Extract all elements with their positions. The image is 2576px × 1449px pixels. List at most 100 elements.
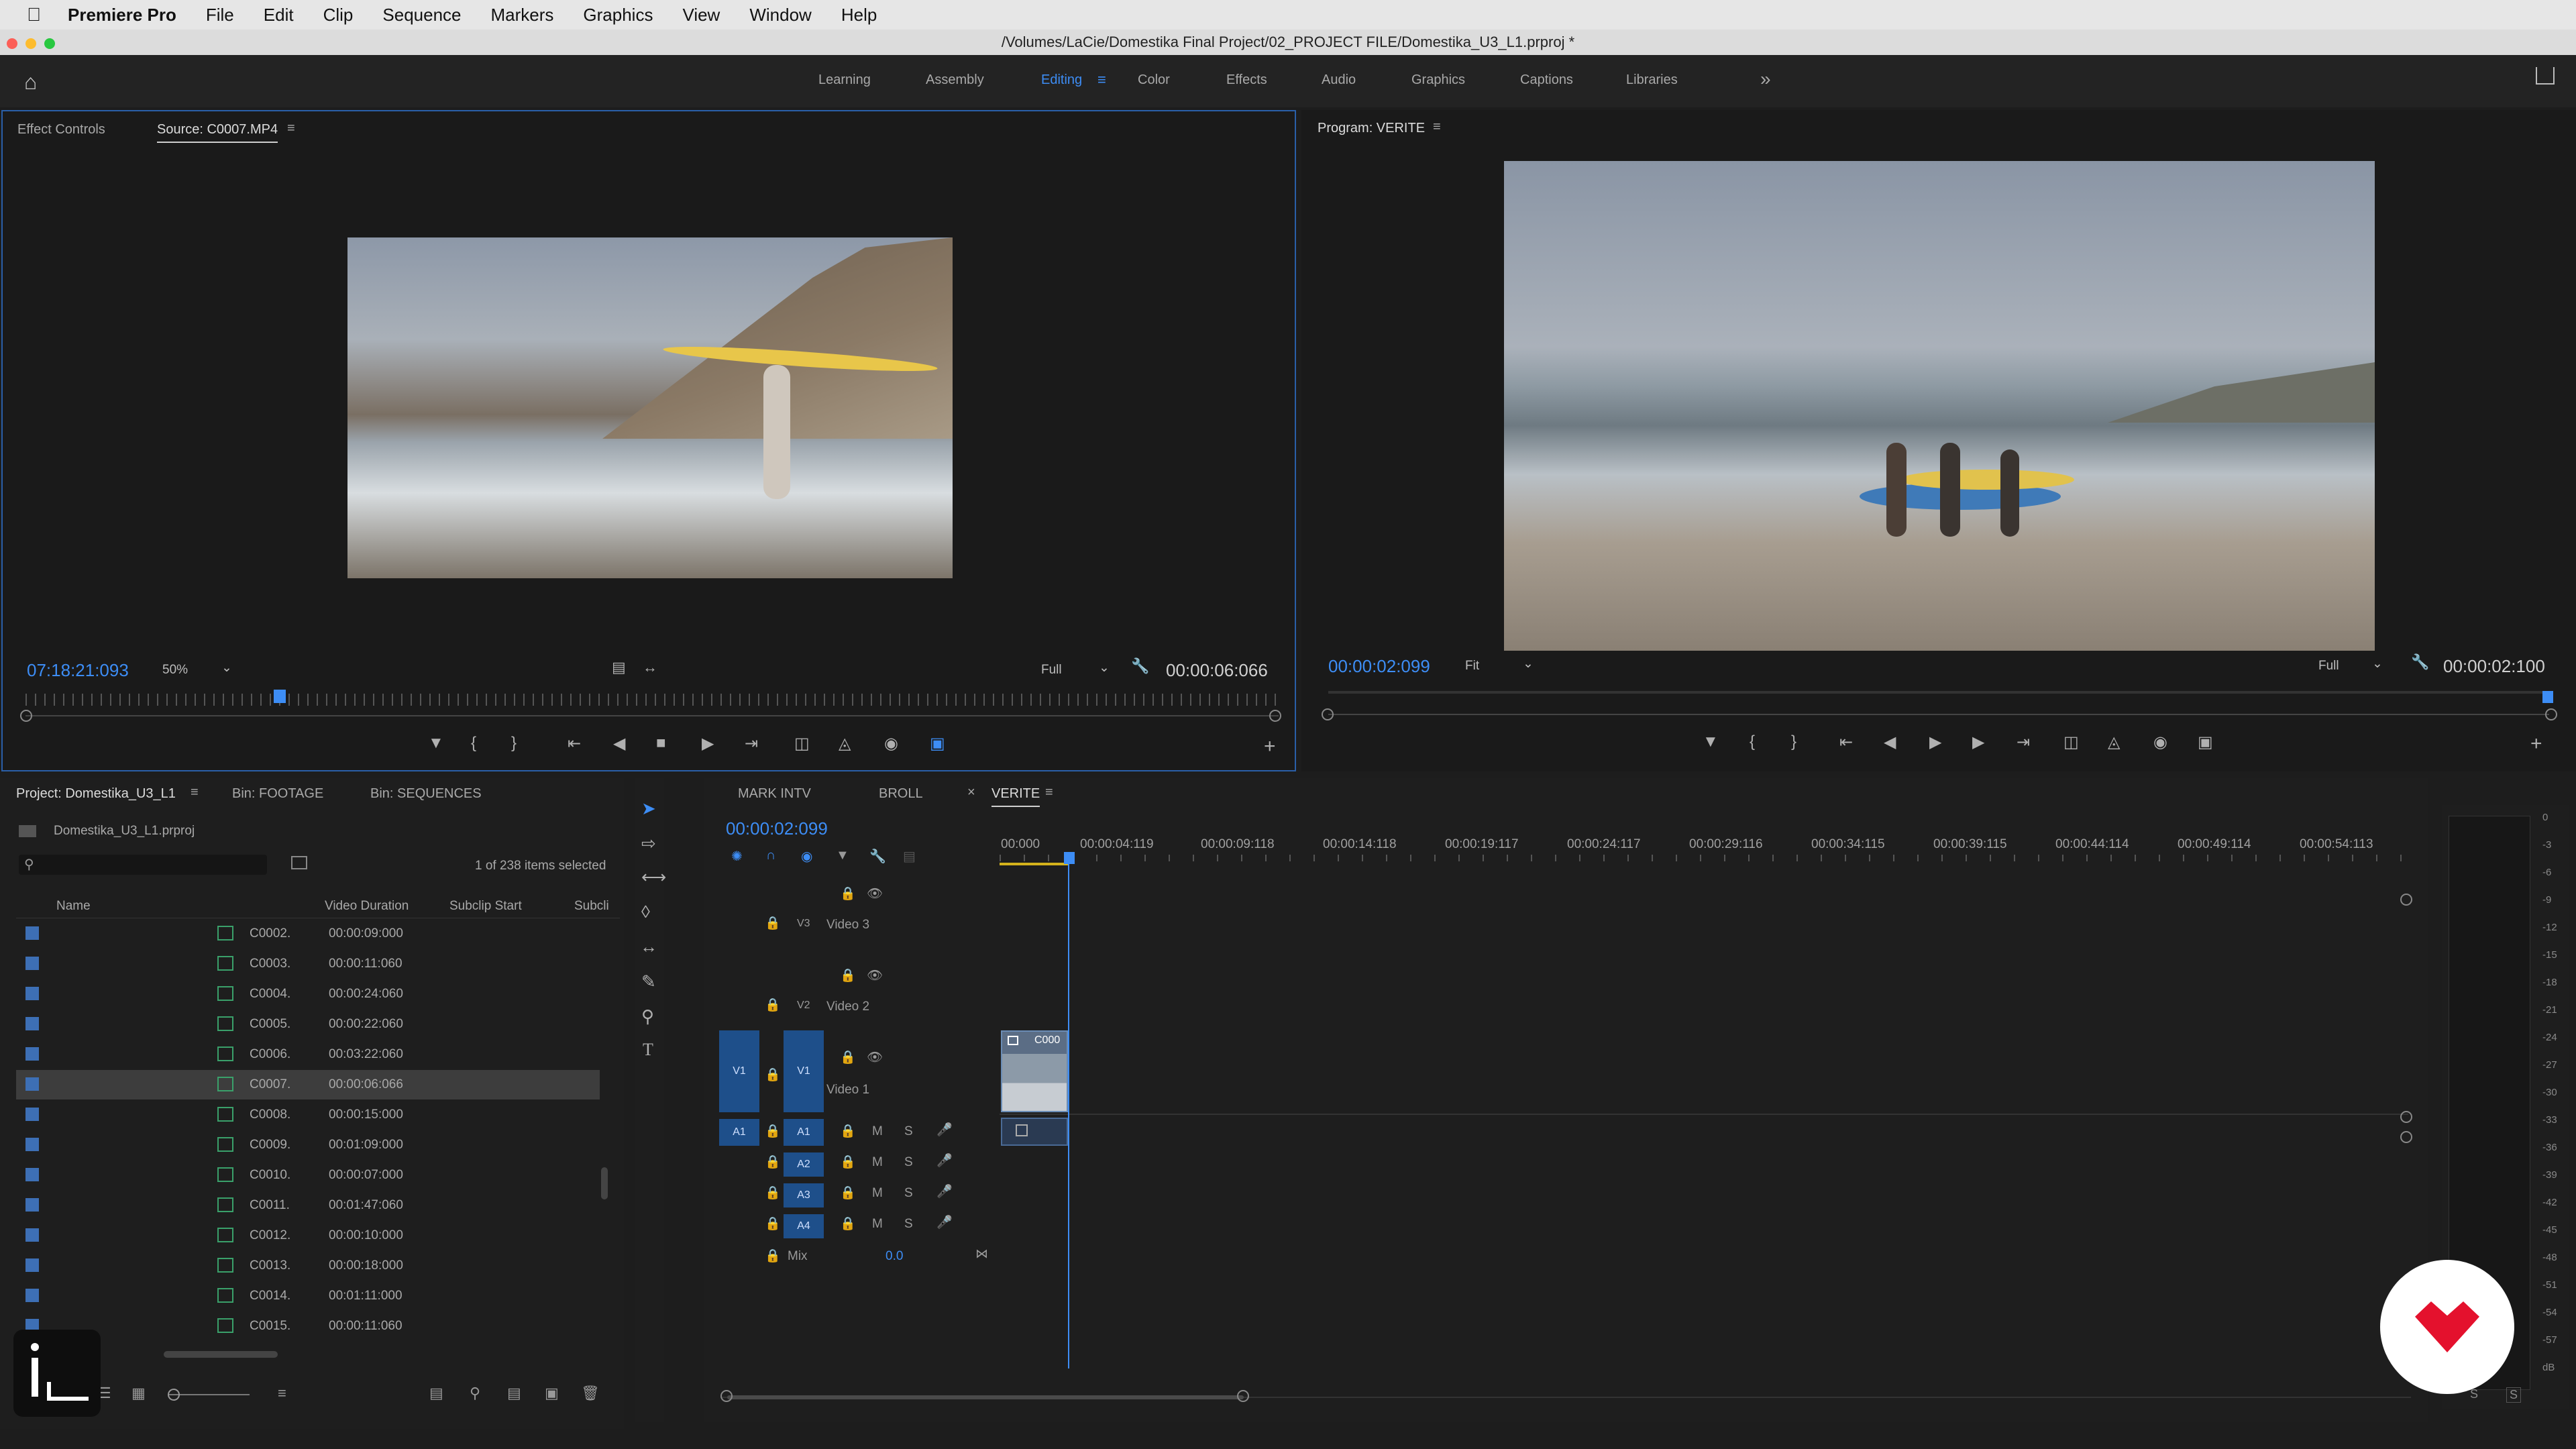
timeline-panel-menu-icon[interactable]: ≡ <box>1045 785 1053 800</box>
program-panel-menu-icon[interactable]: ≡ <box>1433 119 1441 135</box>
source-playhead[interactable] <box>274 690 286 703</box>
automate-sequence-icon[interactable]: ▤ <box>429 1385 443 1402</box>
track-target-a2[interactable]: A2 <box>784 1152 824 1177</box>
column-video-duration[interactable]: Video Duration <box>325 899 409 914</box>
add-marker-icon[interactable]: ▼ <box>428 734 444 753</box>
razor-tool-icon[interactable]: ◊ <box>641 902 650 922</box>
label-color-swatch[interactable] <box>25 957 39 970</box>
label-color-swatch[interactable] <box>25 1168 39 1181</box>
scroll-handle-right[interactable] <box>1269 710 1281 722</box>
chevron-down-icon[interactable]: ⌄ <box>221 660 232 676</box>
toggle-output-eye-icon[interactable]: 👁 <box>867 967 883 983</box>
solo-button[interactable]: S <box>904 1186 913 1201</box>
label-color-swatch[interactable] <box>25 1258 39 1272</box>
share-icon[interactable] <box>2536 67 2555 85</box>
chevron-down-icon[interactable]: ⌄ <box>2372 656 2383 672</box>
slip-tool-icon[interactable]: ↔ <box>640 936 657 957</box>
close-tab-icon[interactable]: × <box>967 785 975 800</box>
program-time-ruler[interactable] <box>1328 691 2549 694</box>
list-item[interactable]: C0006. 00:03:22:060 <box>16 1040 600 1069</box>
mute-button[interactable]: M <box>872 1217 883 1232</box>
toggle-sync-lock-icon[interactable]: 🔒 <box>840 1123 856 1139</box>
workspace-more-button[interactable]: » <box>1760 68 1771 90</box>
nest-icon[interactable]: ✺ <box>731 848 743 865</box>
go-to-end-icon[interactable]: ⋈ <box>975 1246 988 1262</box>
label-color-swatch[interactable] <box>25 987 39 1000</box>
mute-button[interactable]: M <box>872 1124 883 1139</box>
find-icon[interactable]: ⚲ <box>470 1385 480 1402</box>
menu-markers[interactable]: Markers <box>491 5 554 25</box>
timeline-playhead-line[interactable] <box>1068 859 1069 1368</box>
tab-sequence-mark-intv[interactable]: MARK INTV <box>738 786 811 802</box>
scroll-handle-left[interactable] <box>1322 708 1334 720</box>
source-time-ruler[interactable] <box>25 694 1279 706</box>
label-color-swatch[interactable] <box>25 1228 39 1242</box>
menu-view[interactable]: View <box>682 5 720 25</box>
track-target-a1[interactable]: A1 <box>784 1119 824 1146</box>
tab-project[interactable]: Project: Domestika_U3_L1 <box>16 786 176 802</box>
tab-bin-footage[interactable]: Bin: FOOTAGE <box>232 786 323 802</box>
step-forward-icon[interactable]: ▶ <box>1972 733 1984 752</box>
add-marker-icon[interactable]: ▼ <box>836 848 849 863</box>
source-zoom-select[interactable]: 50% <box>162 663 188 678</box>
menu-window[interactable]: Window <box>749 5 811 25</box>
source-panel-menu-icon[interactable]: ≡ <box>287 121 295 136</box>
stop-icon[interactable]: ■ <box>656 734 666 753</box>
column-name[interactable]: Name <box>56 899 91 914</box>
selection-tool-icon[interactable]: ➤ <box>641 798 656 819</box>
trash-icon[interactable]: 🗑 <box>581 1385 600 1402</box>
toggle-sync-lock-icon[interactable]: 🔒 <box>840 967 856 983</box>
workspace-audio[interactable]: Audio <box>1322 72 1356 88</box>
track-select-tool-icon[interactable]: ⇨ <box>641 833 656 854</box>
minimize-window-button[interactable] <box>25 38 36 49</box>
captions-icon[interactable]: ▤ <box>903 848 916 865</box>
source-video-frame[interactable] <box>347 237 953 578</box>
list-item[interactable]: C0012. 00:00:10:000 <box>16 1221 600 1250</box>
new-search-bin-icon[interactable] <box>291 856 307 869</box>
lock-icon[interactable]: 🔒 <box>765 1067 781 1083</box>
mark-out-icon[interactable]: } <box>511 734 517 753</box>
workspace-menu-icon[interactable]: ≡ <box>1097 71 1106 89</box>
toggle-sync-lock-icon[interactable]: 🔒 <box>840 1216 856 1232</box>
list-item[interactable]: C0013. 00:00:18:000 <box>16 1251 600 1281</box>
track-target-a4[interactable]: A4 <box>784 1214 824 1238</box>
export-frame-icon[interactable]: ◉ <box>884 734 898 753</box>
scroll-handle-left[interactable] <box>720 1390 733 1402</box>
scroll-handle-right[interactable] <box>2545 708 2557 720</box>
list-item[interactable]: C0004. 00:00:24:060 <box>16 979 600 1009</box>
toggle-output-eye-icon[interactable]: 👁 <box>867 885 883 902</box>
chevron-down-icon[interactable]: ⌄ <box>1523 656 1534 672</box>
wrench-icon[interactable]: 🔧 <box>2411 653 2429 671</box>
toggle-output-eye-icon[interactable]: 👁 <box>867 1049 883 1065</box>
microphone-icon[interactable]: 🎤 <box>936 1122 953 1138</box>
microphone-icon[interactable]: 🎤 <box>936 1183 953 1199</box>
solo-button[interactable]: S <box>904 1217 913 1232</box>
project-vertical-scrollbar[interactable] <box>601 1167 608 1199</box>
workspace-learning[interactable]: Learning <box>818 72 871 88</box>
timeline-settings-icon[interactable]: 🔧 <box>869 848 886 865</box>
app-menu[interactable]: Premiere Pro <box>68 5 176 25</box>
new-bin-icon[interactable]: ▤ <box>507 1385 521 1402</box>
tab-bin-sequences[interactable]: Bin: SEQUENCES <box>370 786 482 802</box>
timeline-clip-audio[interactable] <box>1001 1118 1068 1146</box>
comparison-view-icon[interactable]: ▣ <box>2198 733 2213 752</box>
list-item[interactable]: C0008. 00:00:15:000 <box>16 1100 600 1130</box>
add-button-icon[interactable]: + <box>2530 733 2542 755</box>
snap-icon[interactable]: ∩ <box>766 848 775 863</box>
source-quality-select[interactable]: Full <box>1041 663 1062 678</box>
label-color-swatch[interactable] <box>25 1138 39 1151</box>
menu-graphics[interactable]: Graphics <box>583 5 653 25</box>
pen-tool-icon[interactable]: ✎ <box>641 971 656 992</box>
lock-icon[interactable]: 🔒 <box>765 1154 781 1170</box>
label-color-swatch[interactable] <box>25 1017 39 1030</box>
label-color-swatch[interactable] <box>25 1077 39 1091</box>
zoom-slider-handle[interactable] <box>168 1389 180 1401</box>
export-frame-icon[interactable]: ◉ <box>2153 733 2167 752</box>
lock-icon[interactable]: 🔒 <box>765 1185 781 1201</box>
workspace-effects[interactable]: Effects <box>1226 72 1267 88</box>
timeline-playhead-head[interactable] <box>1064 852 1075 864</box>
linked-selection-icon[interactable]: ◉ <box>801 848 812 865</box>
solo-button[interactable]: S <box>904 1124 913 1139</box>
list-item[interactable]: C0010. 00:00:07:000 <box>16 1161 600 1190</box>
label-color-swatch[interactable] <box>25 1047 39 1061</box>
